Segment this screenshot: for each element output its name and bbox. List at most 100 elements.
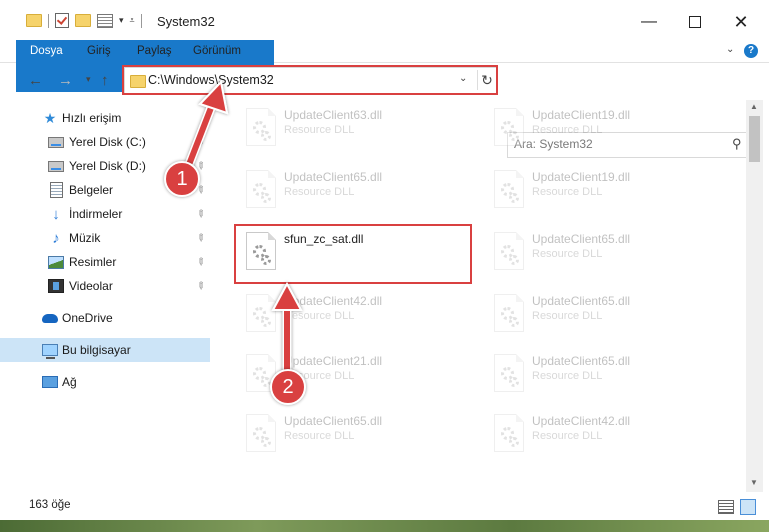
file-type: Resource DLL bbox=[284, 430, 355, 442]
file-name: UpdateClient65.dll bbox=[284, 170, 383, 184]
close-button[interactable]: ✕ bbox=[718, 8, 764, 36]
address-bar-highlight bbox=[122, 65, 498, 95]
file-item[interactable]: UpdateClient42.dll Resource DLL bbox=[234, 288, 464, 340]
file-type: Resource DLL bbox=[284, 310, 355, 322]
customize-view-icon[interactable] bbox=[97, 13, 113, 28]
file-name: UpdateClient65.dll bbox=[532, 294, 631, 308]
large-icons-view-icon[interactable] bbox=[740, 499, 756, 515]
scroll-down-icon[interactable]: ▼ bbox=[750, 478, 758, 487]
dll-file-icon bbox=[246, 414, 276, 452]
sidebar-item-downloads[interactable]: ↓ İndirmeler ✎ bbox=[0, 202, 210, 226]
dll-file-icon bbox=[494, 170, 524, 208]
tab-share[interactable]: Paylaş bbox=[125, 40, 184, 62]
file-item[interactable]: UpdateClient19.dll Resource DLL bbox=[482, 102, 712, 154]
sidebar-item-label: Bu bilgisayar bbox=[62, 343, 131, 357]
file-name: UpdateClient63.dll bbox=[284, 108, 383, 122]
file-type: Resource DLL bbox=[284, 186, 355, 198]
customize-toolbar-icon[interactable]: ⩡ bbox=[130, 15, 135, 26]
sidebar-item-label: Yerel Disk (C:) bbox=[69, 135, 146, 149]
sidebar-item-onedrive[interactable]: OneDrive bbox=[0, 306, 210, 330]
onedrive-icon bbox=[42, 310, 58, 326]
file-name: UpdateClient65.dll bbox=[532, 232, 631, 246]
sidebar-item-label: Yerel Disk (D:) bbox=[69, 159, 146, 173]
sidebar-item-label: Belgeler bbox=[69, 183, 114, 197]
pin-icon[interactable]: ✎ bbox=[193, 279, 207, 293]
help-icon[interactable]: ? bbox=[744, 44, 758, 58]
file-type: Resource DLL bbox=[532, 430, 603, 442]
new-folder-icon[interactable] bbox=[75, 14, 91, 27]
sidebar-item-local-disk-c[interactable]: Yerel Disk (C:) ✎ bbox=[0, 130, 210, 154]
file-item[interactable]: UpdateClient42.dll Resource DLL bbox=[482, 408, 712, 460]
sidebar-item-videos[interactable]: Videolar ✎ bbox=[0, 274, 210, 298]
up-arrow-icon[interactable]: ↑ bbox=[101, 72, 109, 89]
dll-file-icon bbox=[246, 294, 276, 332]
pin-icon[interactable]: ✎ bbox=[193, 231, 207, 245]
sidebar-item-label: İndirmeler bbox=[69, 207, 123, 221]
sidebar-item-quick-access[interactable]: ★ Hızlı erişim bbox=[0, 106, 210, 130]
pin-icon[interactable]: ✎ bbox=[193, 207, 207, 221]
sidebar-item-network[interactable]: Ağ bbox=[0, 370, 210, 394]
item-count: 163 öğe bbox=[29, 499, 71, 511]
scroll-up-icon[interactable]: ▲ bbox=[750, 102, 758, 111]
scrollbar-thumb[interactable] bbox=[749, 116, 760, 162]
dll-file-icon bbox=[494, 354, 524, 392]
tab-view[interactable]: Görünüm bbox=[181, 40, 253, 62]
tab-home[interactable]: Giriş bbox=[75, 40, 123, 62]
details-view-icon[interactable] bbox=[718, 500, 734, 514]
navigation-pane: ★ Hızlı erişim Yerel Disk (C:) ✎ Yerel D… bbox=[0, 100, 210, 492]
dll-file-icon bbox=[494, 294, 524, 332]
file-name: UpdateClient19.dll bbox=[532, 170, 631, 184]
file-item[interactable]: UpdateClient21.dll Resource DLL bbox=[234, 348, 464, 400]
pin-icon[interactable]: ✎ bbox=[193, 255, 207, 269]
forward-arrow-icon[interactable]: → bbox=[58, 72, 73, 89]
file-type: Resource DLL bbox=[532, 248, 603, 260]
pictures-icon bbox=[48, 254, 64, 270]
file-name: UpdateClient65.dll bbox=[532, 354, 631, 368]
sidebar-item-label: Resimler bbox=[69, 255, 117, 269]
expand-ribbon-icon[interactable]: ⌄ bbox=[726, 44, 734, 55]
sidebar-item-music[interactable]: ♪ Müzik ✎ bbox=[0, 226, 210, 250]
file-item[interactable]: UpdateClient65.dll Resource DLL bbox=[234, 164, 464, 216]
properties-check-icon[interactable] bbox=[55, 13, 69, 28]
file-item[interactable]: UpdateClient65.dll Resource DLL bbox=[482, 288, 712, 340]
chevron-down-icon[interactable]: ▾ bbox=[119, 15, 124, 26]
dll-file-icon bbox=[246, 170, 276, 208]
file-type: Resource DLL bbox=[532, 370, 603, 382]
minimize-button[interactable]: — bbox=[626, 8, 672, 36]
toolbar-divider bbox=[140, 13, 142, 28]
file-item[interactable]: UpdateClient65.dll Resource DLL bbox=[234, 408, 464, 460]
maximize-button[interactable] bbox=[672, 8, 718, 36]
file-type: Resource DLL bbox=[532, 310, 603, 322]
videos-icon bbox=[48, 278, 64, 294]
network-icon bbox=[42, 374, 58, 390]
dll-file-icon bbox=[494, 108, 524, 146]
computer-icon bbox=[42, 342, 58, 359]
pin-icon[interactable]: ✎ bbox=[193, 135, 207, 149]
maximize-icon bbox=[689, 16, 701, 28]
ribbon-tabs: Dosya Giriş Paylaş Görünüm bbox=[0, 40, 769, 92]
dll-file-icon bbox=[494, 414, 524, 452]
back-arrow-icon[interactable]: ← bbox=[28, 72, 43, 89]
quick-access-toolbar: ▾ ⩡ bbox=[26, 13, 142, 28]
recent-locations-icon[interactable]: ▾ bbox=[86, 74, 91, 85]
sidebar-item-label: Müzik bbox=[69, 231, 101, 245]
file-type: Resource DLL bbox=[532, 124, 603, 136]
sidebar-item-label: Videolar bbox=[69, 279, 113, 293]
dll-file-icon bbox=[246, 108, 276, 146]
file-item[interactable]: UpdateClient65.dll Resource DLL bbox=[482, 348, 712, 400]
file-item[interactable]: UpdateClient63.dll Resource DLL bbox=[234, 102, 464, 154]
vertical-scrollbar[interactable]: ▲ ▼ bbox=[746, 100, 763, 492]
star-icon: ★ bbox=[43, 109, 57, 126]
sidebar-item-this-pc[interactable]: Bu bilgisayar bbox=[0, 338, 210, 362]
file-name: UpdateClient65.dll bbox=[284, 414, 383, 428]
drive-icon bbox=[48, 134, 64, 150]
file-name: UpdateClient42.dll bbox=[284, 294, 383, 308]
file-name: UpdateClient19.dll bbox=[532, 108, 631, 122]
music-icon: ♪ bbox=[52, 229, 60, 247]
file-item[interactable]: UpdateClient19.dll Resource DLL bbox=[482, 164, 712, 216]
file-type: Resource DLL bbox=[284, 124, 355, 136]
file-type: Resource DLL bbox=[532, 186, 603, 198]
file-highlight bbox=[234, 224, 472, 284]
file-item[interactable]: UpdateClient65.dll Resource DLL bbox=[482, 226, 712, 278]
sidebar-item-pictures[interactable]: Resimler ✎ bbox=[0, 250, 210, 274]
